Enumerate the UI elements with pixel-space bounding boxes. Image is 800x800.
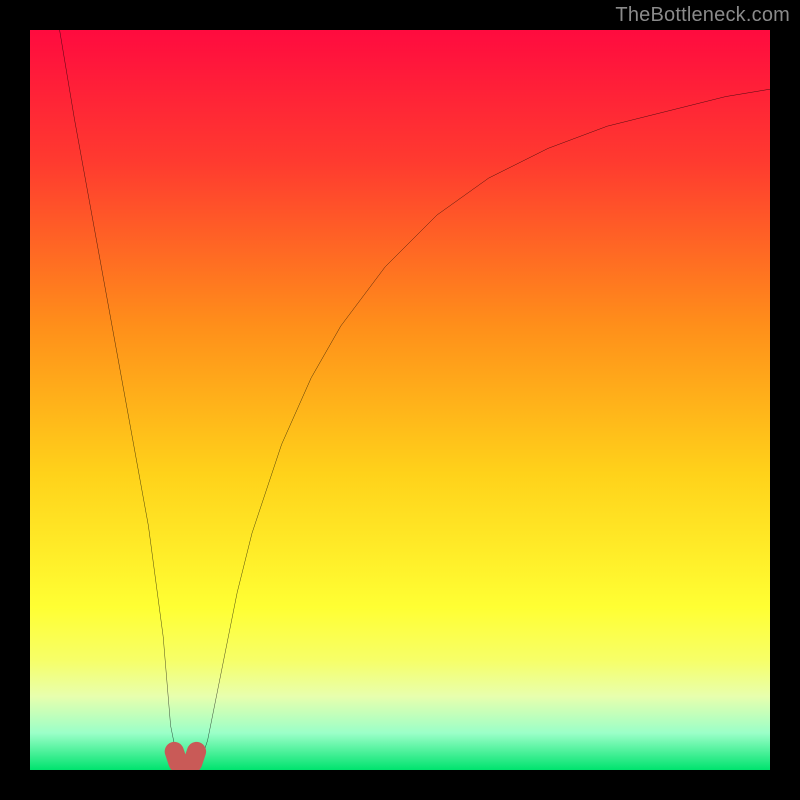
gradient-background: [30, 30, 770, 770]
watermark-label: TheBottleneck.com: [615, 4, 790, 27]
bottleneck-chart: [30, 30, 770, 770]
chart-frame: TheBottleneck.com: [0, 0, 800, 800]
